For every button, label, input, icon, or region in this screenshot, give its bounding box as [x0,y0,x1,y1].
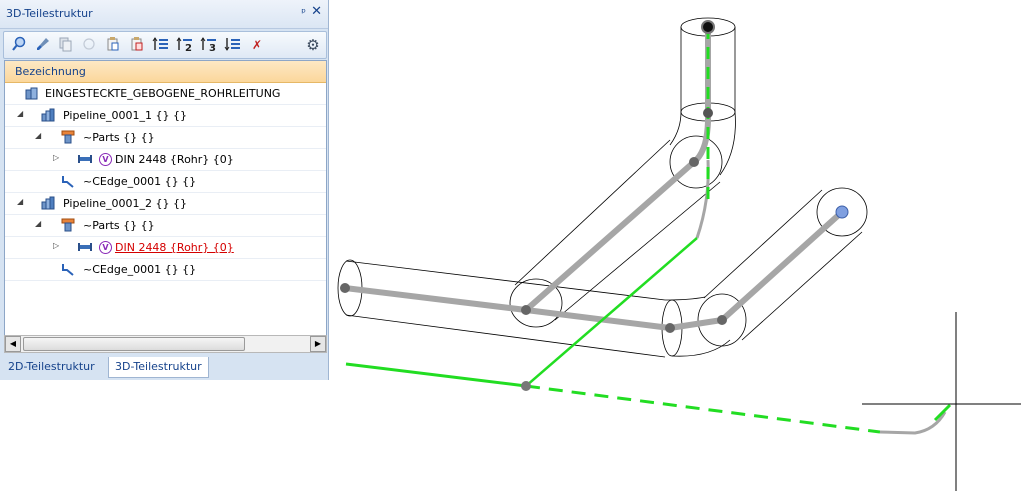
structure-tree: Bezeichnung EINGESTECKTE_GEBOGENE_ROHRLE… [4,60,327,338]
node-start [701,20,715,34]
expand-icon[interactable]: ▷ [53,241,59,250]
tab-3d-structure[interactable]: 3D-Teilestruktur [108,357,209,378]
structure-panel: 3D-Teilestruktur ᵖ ✕ 2 3 ✗ ⚙ Bezeichnung… [0,0,330,491]
node-end [835,205,849,219]
tree-row[interactable]: ◢ Pipeline_0001_2 {} {} [5,193,326,215]
sort-2-icon[interactable]: 2 [176,36,194,54]
paste-special-icon[interactable] [128,36,146,54]
tree-row[interactable]: ~CEdge_0001 {} {} [5,259,326,281]
sort-2-label: 2 [185,43,192,54]
panel-tabs: 2D-Teilestruktur 3D-Teilestruktur [0,355,328,379]
scroll-left-icon[interactable]: ◀ [5,336,21,352]
expand-icon[interactable]: ▷ [53,153,59,162]
copy-icon[interactable] [56,36,74,54]
expand-icon[interactable]: ◢ [17,197,23,206]
variant-badge: V [99,241,112,254]
expand-icon[interactable]: ◢ [17,109,23,118]
tree-row[interactable]: ◢ ~Parts {} {} [5,215,326,237]
sort-3-icon[interactable]: 3 [200,36,218,54]
column-header[interactable]: Bezeichnung [5,61,326,83]
scroll-right-icon[interactable]: ▶ [310,336,326,352]
pipe-icon [77,152,92,166]
panel-title: 3D-Teilestruktur [6,7,93,20]
variant-badge: V [99,153,112,166]
tree-item-label-highlighted: DIN 2448 {Rohr} {0} [115,241,234,254]
paste-icon[interactable] [104,36,122,54]
expand-icon[interactable]: ◢ [35,131,41,140]
tree-item-label: Pipeline_0001_2 {} {} [63,197,188,210]
tree-item-label: ~CEdge_0001 {} {} [83,175,197,188]
tree-row[interactable]: ~CEdge_0001 {} {} [5,171,326,193]
magnifier-icon[interactable] [10,36,28,54]
tree-item-label: ~CEdge_0001 {} {} [83,263,197,276]
pipeline-icon [41,196,55,210]
delete-filter-icon[interactable]: ✗ [248,36,266,54]
tree-item-label: DIN 2448 {Rohr} {0} [115,153,234,166]
tab-2d-structure[interactable]: 2D-Teilestruktur [2,357,101,377]
tree-row[interactable]: ▷ V DIN 2448 {Rohr} {0} [5,237,326,259]
parts-icon [61,130,75,144]
pipeline-icon [41,108,55,122]
tree-row[interactable]: ◢ Pipeline_0001_1 {} {} [5,105,326,127]
tree-row[interactable]: ◢ ~Parts {} {} [5,127,326,149]
toolbar: 2 3 ✗ ⚙ [3,31,327,59]
parts-icon [61,218,75,232]
horizontal-scrollbar[interactable]: ◀ ▶ [4,335,327,353]
close-icon[interactable]: ✕ [311,4,322,19]
routing-path [345,27,952,435]
tree-item-label: EINGESTECKTE_GEBOGENE_ROHRLEITUNG [45,87,281,100]
sort-3-label: 3 [209,43,216,54]
panel-frame: 3D-Teilestruktur ᵖ ✕ 2 3 ✗ ⚙ Bezeichnung… [0,0,329,380]
tree-row[interactable]: ▷ V DIN 2448 {Rohr} {0} [5,149,326,171]
pipe-centerline [342,27,845,331]
tree-row[interactable]: EINGESTECKTE_GEBOGENE_ROHRLEITUNG [5,83,326,105]
pipe-icon [77,240,92,254]
pipe-wireframe [337,17,868,358]
circle-icon[interactable] [80,36,98,54]
column-header-label: Bezeichnung [15,65,86,78]
panel-titlebar[interactable]: 3D-Teilestruktur ᵖ ✕ [0,0,328,29]
tree-item-label: ~Parts {} {} [83,219,155,232]
sort-1-icon[interactable] [152,36,170,54]
tree-item-label: ~Parts {} {} [83,131,155,144]
pipe-nodes [340,20,849,391]
edge-icon [61,262,75,276]
edge-icon [61,174,75,188]
3d-viewport[interactable] [330,0,1021,491]
expand-icon[interactable]: ◢ [35,219,41,228]
assembly-icon [25,86,39,100]
sort-down-icon[interactable] [224,36,242,54]
tree-item-label: Pipeline_0001_1 {} {} [63,109,188,122]
pin-icon[interactable]: ᵖ [301,6,306,19]
scrollbar-thumb[interactable] [23,337,245,351]
gear-icon[interactable]: ⚙ [304,36,322,54]
brush-icon[interactable] [34,36,52,54]
